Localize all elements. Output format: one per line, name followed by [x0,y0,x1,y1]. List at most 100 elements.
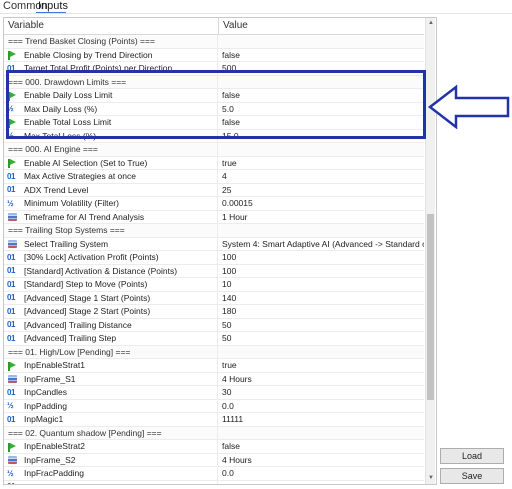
bool-flag-icon [7,158,19,168]
variable-cell: 01 [Advanced] Stage 2 Start (Points) [4,305,217,318]
table-row[interactable]: 01 ADX Trend Level 25 [4,183,424,197]
table-row[interactable]: 01 InpCandles 30 [4,386,424,400]
variable-label: InpMagic2 [24,481,63,485]
double-icon: ½ [7,198,14,208]
table-row[interactable]: 01 [Advanced] Stage 1 Start (Points) 140 [4,291,424,305]
annotation-arrow-icon [428,84,510,130]
table-row[interactable]: 01 [Advanced] Stage 2 Start (Points) 180 [4,305,424,319]
table-row[interactable]: 01 InpMagic2 22222 [4,480,424,485]
value-cell[interactable]: 22222 [217,480,424,484]
value-cell[interactable]: 0.0 [217,467,424,480]
int-icon: 01 [7,266,15,275]
variable-label: Enable AI Selection (Set to True) [24,157,148,168]
value-cell[interactable]: 50 [217,332,424,345]
table-row[interactable]: Enable AI Selection (Set to True) true [4,156,424,170]
variable-cell: Timeframe for AI Trend Analysis [4,211,217,224]
table-section-row: === Trend Basket Closing (Points) === [4,35,424,49]
variable-label: [Standard] Step to Move (Points) [24,279,148,289]
table-row[interactable]: ½ InpFracPadding 0.0 [4,467,424,481]
variable-cell: Enable Closing by Trend Direction [4,49,217,62]
variable-label: === 02. Quantum shadow [Pending] === [8,427,162,438]
bool-flag-icon [7,361,19,371]
int-icon: 01 [7,482,19,484]
value-cell[interactable]: 100 [217,264,424,278]
value-cell[interactable]: 4 [217,170,424,183]
value-cell[interactable]: false [217,48,424,62]
variable-cell: === 000. AI Engine === [4,143,217,156]
table-section-row: === 000. AI Engine === [4,143,424,157]
table-row[interactable]: Select Trailing System System 4: Smart Ad… [4,237,424,251]
variable-label: [30% Lock] Activation Profit (Points) [24,252,159,262]
variable-cell: 01 [30% Lock] Activation Profit (Points) [4,251,217,264]
column-header-value[interactable]: Value [218,18,424,34]
value-cell [217,426,424,440]
variable-cell: === Trailing Stop Systems === [4,224,217,237]
variable-label: [Standard] Activation & Distance (Points… [24,265,178,276]
value-cell [217,35,424,48]
tab-common[interactable]: Common [3,0,48,13]
scroll-up-icon[interactable]: ▲ [426,18,436,29]
value-cell[interactable]: 4 Hours [217,372,424,386]
table-section-row: === 01. High/Low [Pending] === [4,345,424,359]
table-row[interactable]: InpFrame_S2 4 Hours [4,453,424,467]
table-row[interactable]: ½ Minimum Volatility (Filter) 0.00015 [4,197,424,211]
value-cell[interactable]: true [217,156,424,170]
value-cell[interactable]: true [217,359,424,372]
scroll-thumb[interactable] [427,214,434,400]
variable-cell: 01 ADX Trend Level [4,184,217,197]
value-cell[interactable]: 50 [217,318,424,332]
variable-label: [Advanced] Trailing Distance [24,319,132,330]
table-row[interactable]: 01 [Standard] Activation & Distance (Poin… [4,264,424,278]
table-row[interactable]: Enable Closing by Trend Direction false [4,48,424,62]
value-cell[interactable]: 11111 [217,413,424,426]
value-cell[interactable]: 180 [217,305,424,318]
variable-cell: ½ InpFracPadding [4,467,217,480]
load-button[interactable]: Load [440,448,504,464]
int-icon: 01 [7,252,15,262]
variable-label: InpMagic1 [24,414,64,424]
double-icon: ½ [7,468,14,478]
table-row[interactable]: InpEnableStrat1 true [4,359,424,373]
variable-cell: 01 Max Active Strategies at once [4,170,217,183]
table-row[interactable]: InpEnableStrat2 false [4,440,424,454]
variable-label: ADX Trend Level [24,184,89,195]
variable-cell: === 02. Quantum shadow [Pending] === [4,427,217,440]
scroll-down-icon[interactable]: ▼ [426,473,436,484]
variable-cell: InpEnableStrat2 [4,440,217,453]
variable-label: === Trailing Stop Systems === [8,225,125,235]
variable-cell: InpFrame_S1 [4,373,217,386]
value-cell[interactable]: false [217,440,424,453]
column-header-variable[interactable]: Variable [8,18,44,34]
table-row[interactable]: 01 [30% Lock] Activation Profit (Points) 1… [4,251,424,265]
table-row[interactable]: 01 Max Active Strategies at once 4 [4,170,424,184]
int-icon: 01 [7,306,15,316]
value-cell[interactable]: 0.00015 [217,197,424,210]
table-row[interactable]: 01 [Advanced] Trailing Step 50 [4,332,424,346]
value-cell [217,143,424,156]
table-row[interactable]: Timeframe for AI Trend Analysis 1 Hour [4,210,424,224]
table-header: Variable Value [4,18,424,35]
value-cell[interactable]: 140 [217,291,424,305]
value-cell[interactable]: 10 [217,278,424,291]
table-row[interactable]: 01 [Advanced] Trailing Distance 50 [4,318,424,332]
save-button[interactable]: Save [440,468,504,484]
variable-cell: Select Trailing System [4,238,217,251]
value-cell[interactable]: 0.0 [217,399,424,413]
value-cell[interactable]: 100 [217,251,424,264]
variable-label: [Advanced] Stage 2 Start (Points) [24,306,151,316]
value-cell[interactable]: 1 Hour [217,210,424,224]
value-cell[interactable]: System 4: Smart Adaptive AI (Advanced ->… [217,237,424,251]
enum-icon [7,239,19,249]
value-cell[interactable]: 4 Hours [217,453,424,467]
tab-inputs[interactable]: Inputs [36,0,68,14]
int-icon: 01 [7,387,15,397]
value-cell[interactable]: 25 [217,183,424,197]
table-row[interactable]: 01 [Standard] Step to Move (Points) 10 [4,278,424,292]
variable-cell: 01 InpMagic2 [4,481,217,485]
table-row[interactable]: 01 InpMagic1 11111 [4,413,424,427]
table-row[interactable]: InpFrame_S1 4 Hours [4,372,424,386]
variable-label: [Advanced] Stage 1 Start (Points) [24,292,151,303]
table-row[interactable]: ½ InpPadding 0.0 [4,399,424,413]
value-cell[interactable]: 30 [217,386,424,399]
variable-cell: 01 [Advanced] Stage 1 Start (Points) [4,292,217,305]
